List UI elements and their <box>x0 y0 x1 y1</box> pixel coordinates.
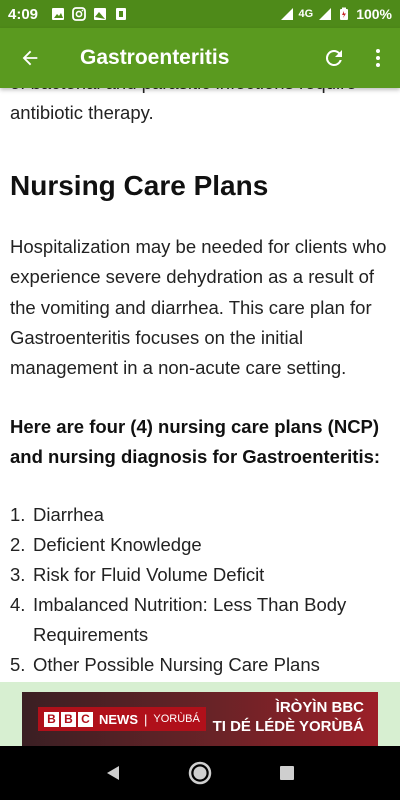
partial-line: antibiotic therapy. <box>10 102 154 123</box>
battery-level: 100% <box>356 6 392 22</box>
instagram-icon <box>72 7 86 21</box>
refresh-button[interactable] <box>312 28 356 88</box>
refresh-icon <box>325 49 342 66</box>
section-heading: Nursing Care Plans <box>10 170 269 201</box>
cell-signal-icon <box>319 8 332 20</box>
list-item-text: Diarrhea <box>33 504 104 525</box>
photo-notification-icon <box>94 8 107 20</box>
list-item[interactable]: 1. Diarrhea <box>10 500 390 530</box>
wifi-signal-icon <box>280 8 293 20</box>
back-button[interactable] <box>0 28 60 88</box>
page-title: Gastroenteritis <box>80 46 230 69</box>
image-notification-icon <box>52 8 65 20</box>
status-time: 4:09 <box>8 5 39 23</box>
arrow-left-icon <box>22 50 38 66</box>
list-item-text: Imbalanced Nutrition: Less Than Body Req… <box>33 594 347 645</box>
list-item[interactable]: 3. Risk for Fluid Volume Deficit <box>10 560 390 590</box>
list-item-text: Other Possible Nursing Care Plans <box>33 654 320 675</box>
article-content[interactable]: of bacterial and parasitic infections re… <box>0 88 400 682</box>
nav-recents-icon <box>279 766 294 780</box>
list-item[interactable]: 5. Other Possible Nursing Care Plans <box>10 650 390 680</box>
intro-paragraph: Hospitalization may be needed for client… <box>10 236 387 379</box>
list-item-text: Risk for Fluid Volume Deficit <box>33 564 265 585</box>
partial-paragraph: of bacterial and parasitic infections re… <box>10 88 390 128</box>
ncp-intro-paragraph: Here are four (4) nursing care plans (NC… <box>10 416 381 468</box>
nav-home-icon <box>188 761 212 785</box>
list-item[interactable]: 4. Imbalanced Nutrition: Less Than Body R… <box>10 590 390 650</box>
ad-headline: ÌRÒYÌN BBC TI DÉ LÉDÈ YORÙBÁ <box>212 699 364 735</box>
ad-banner[interactable]: B B C NEWS | YORÙBÁ ÌRÒYÌN BBC TI DÉ LÉD… <box>22 692 378 746</box>
network-type: 4G <box>298 8 314 20</box>
list-item-text: Deficient Knowledge <box>33 534 202 555</box>
status-bar: 4:09 4G 100% <box>0 0 400 28</box>
more-options-button[interactable] <box>356 28 400 88</box>
app-bar: Gastroenteritis <box>0 28 400 88</box>
bbc-logo: B B C NEWS | YORÙBÁ <box>38 707 206 731</box>
ncp-list: 1. Diarrhea 2. Deficient Knowledge 3. Risk … <box>10 500 390 680</box>
battery-icon <box>340 7 349 20</box>
system-nav-bar <box>0 746 400 800</box>
nav-home-button[interactable] <box>180 753 220 793</box>
ad-area: B B C NEWS | YORÙBÁ ÌRÒYÌN BBC TI DÉ LÉD… <box>0 682 400 746</box>
sim-notification-icon <box>116 8 127 20</box>
nav-back-icon <box>107 766 120 780</box>
partial-line: of bacterial and parasitic infections re… <box>10 88 390 98</box>
nav-recents-button[interactable] <box>267 753 307 793</box>
list-item[interactable]: 2. Deficient Knowledge <box>10 530 390 560</box>
more-vert-icon <box>376 49 380 67</box>
nav-back-button[interactable] <box>93 753 133 793</box>
